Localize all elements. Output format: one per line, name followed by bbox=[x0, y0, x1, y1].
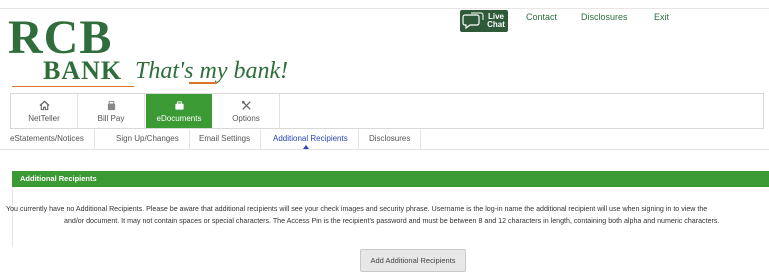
tab-estatements-notices[interactable]: eStatements/Notices bbox=[0, 130, 95, 149]
tab-disclosures[interactable]: Disclosures bbox=[359, 130, 422, 149]
bill-icon bbox=[107, 100, 115, 110]
nav-item-bill-pay[interactable]: Bill Pay bbox=[78, 94, 145, 128]
disclosures-link[interactable]: Disclosures bbox=[581, 12, 628, 22]
exit-link[interactable]: Exit bbox=[654, 12, 669, 22]
nav-item-label: Options bbox=[232, 113, 260, 123]
contact-link[interactable]: Contact bbox=[526, 12, 557, 22]
info-message-line-2: and/or document. It may not contain spac… bbox=[64, 217, 720, 225]
info-message-line-1: You currently have no Additional Recipie… bbox=[6, 205, 708, 213]
top-divider bbox=[0, 8, 769, 9]
briefcase-icon bbox=[174, 100, 184, 110]
info-message: You currently have no Additional Recipie… bbox=[0, 203, 769, 227]
active-tab-indicator bbox=[303, 145, 309, 149]
sub-tabs: eStatements/Notices Sign Up/Changes Emai… bbox=[0, 130, 769, 150]
logo-divider bbox=[12, 86, 134, 87]
nav-item-options[interactable]: Options bbox=[213, 94, 280, 128]
tab-email-settings[interactable]: Email Settings bbox=[189, 130, 262, 149]
nav-item-netteller[interactable]: NetTeller bbox=[11, 94, 78, 128]
live-chat-label-2: Chat bbox=[487, 20, 505, 29]
tagline-underline bbox=[189, 82, 217, 84]
nav-item-edocuments[interactable]: eDocuments bbox=[146, 94, 212, 128]
panel-title: Additional Recipients bbox=[12, 171, 769, 187]
tab-sign-up-changes[interactable]: Sign Up/Changes bbox=[106, 130, 190, 149]
home-icon bbox=[38, 100, 50, 110]
tools-icon bbox=[241, 100, 251, 110]
live-chat-button[interactable]: Live Chat bbox=[460, 10, 508, 32]
main-nav: NetTeller Bill Pay eDocuments Options bbox=[10, 93, 764, 129]
nav-item-label: eDocuments bbox=[156, 113, 202, 123]
nav-item-label: NetTeller bbox=[28, 113, 60, 123]
tab-additional-recipients[interactable]: Additional Recipients bbox=[263, 130, 359, 149]
add-additional-recipients-button[interactable]: Add Additional Recipients bbox=[360, 249, 466, 272]
logo-bank-text: BANK bbox=[43, 56, 123, 85]
nav-item-label: Bill Pay bbox=[97, 113, 125, 123]
logo-rcb-text: RCB bbox=[8, 11, 113, 64]
chat-bubble-icon bbox=[462, 12, 484, 30]
